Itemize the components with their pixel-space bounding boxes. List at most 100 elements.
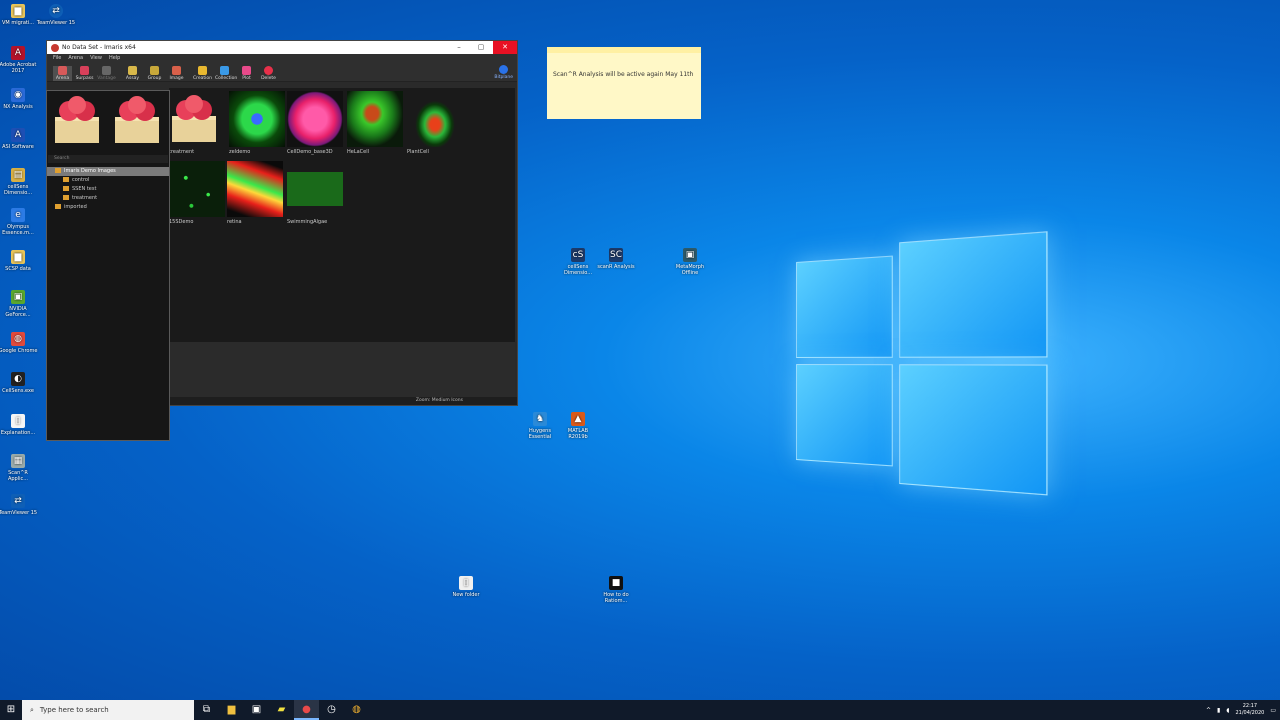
minimize-button[interactable]: – xyxy=(453,41,465,54)
thumbnail-image xyxy=(287,91,343,147)
chrome-taskbar-button[interactable]: ◍ xyxy=(344,700,369,720)
plot-icon xyxy=(242,66,251,75)
library-panel: Search Imaris Demo Images control SSEN t… xyxy=(46,90,170,441)
library-search-input[interactable]: Search xyxy=(48,155,168,163)
thumbnail-image xyxy=(407,91,463,147)
zoom-status[interactable]: Zoom: Medium Icons xyxy=(169,397,517,405)
app-icon: ◉ xyxy=(11,88,25,102)
tool-arena[interactable]: Arena xyxy=(53,66,72,81)
app-icon: ▦ xyxy=(11,454,25,468)
start-button[interactable]: ⊞ xyxy=(0,700,22,720)
tool-plot[interactable]: Plot xyxy=(237,66,256,81)
notifications-icon[interactable]: ▭ xyxy=(1270,707,1276,714)
desktop-icon[interactable]: A Adobe Acrobat 2017 xyxy=(0,46,38,74)
library-box-icon xyxy=(168,94,220,148)
clock-app-icon: ◷ xyxy=(327,704,336,715)
surpass-icon xyxy=(80,66,89,75)
desktop-icon[interactable]: e Olympus Essence.m... xyxy=(0,208,38,236)
imaris-taskbar-button[interactable]: ● xyxy=(294,700,319,720)
image-icon xyxy=(172,66,181,75)
desktop-icon[interactable]: SC scanR Analysis xyxy=(596,248,636,270)
bitplane-button[interactable]: Bitplane xyxy=(494,65,513,80)
thumb-swimmingalgae[interactable]: SwimmingAlgae xyxy=(287,161,343,225)
menu-view[interactable]: View xyxy=(90,55,102,61)
tree-item-treatment[interactable]: treatment xyxy=(47,194,169,203)
desktop-icon[interactable]: ◍ Google Chrome xyxy=(0,332,38,354)
menu-file[interactable]: File xyxy=(53,55,61,61)
desktop-icon[interactable]: ▣ NVIDIA GeForce... xyxy=(0,290,38,318)
tree-item-demo-images[interactable]: Imaris Demo Images xyxy=(47,167,169,176)
app-icon: ▣ xyxy=(11,290,25,304)
desktop-icon[interactable]: ♞ Huygens Essential xyxy=(520,412,560,440)
folder-icon xyxy=(55,168,61,173)
app-icon: ▲ xyxy=(571,412,585,426)
thumb-plantcell[interactable]: PlantCell xyxy=(407,91,463,155)
desktop-icon[interactable]: A ASI Software xyxy=(0,128,38,150)
tree-item-imported[interactable]: imported xyxy=(47,203,169,212)
file-explorer-button[interactable]: ▆ xyxy=(219,700,244,720)
tool-collection[interactable]: Collection xyxy=(215,66,237,81)
menu-help[interactable]: Help xyxy=(109,55,120,61)
desktop-icon[interactable]: ◐ CellSens.exe xyxy=(0,372,38,394)
tree-item-ssen-test[interactable]: SSEN test xyxy=(47,185,169,194)
store-button[interactable]: ▣ xyxy=(244,700,269,720)
window-title: No Data Set - Imaris x64 xyxy=(62,44,136,51)
thumbnail-image xyxy=(287,161,343,217)
dataset-gallery: treatment zeldemo CellDemo_base3D HeLaCe… xyxy=(169,88,515,342)
desktop-icon[interactable]: cS cellSens Dimensio... xyxy=(558,248,598,276)
tool-delete[interactable]: Delete xyxy=(259,66,278,81)
desktop-icon[interactable]: ⇄ TeamViewer 15 xyxy=(0,494,38,516)
library-box-icon xyxy=(51,95,103,147)
tool-surpass[interactable]: Surpass xyxy=(75,66,94,81)
sticky-notes-button[interactable]: ▰ xyxy=(269,700,294,720)
sticky-notes-icon: ▰ xyxy=(277,704,286,715)
tool-vantage[interactable]: Vantage xyxy=(97,66,116,81)
task-view-icon: ⧉ xyxy=(202,704,211,715)
tool-group[interactable]: Group xyxy=(145,66,164,81)
chevron-up-icon[interactable]: ^ xyxy=(1206,707,1211,714)
desktop-icon[interactable]: ▯ Explanation... xyxy=(0,414,38,436)
desktop-icon[interactable]: ▣ MetaMorph Offline xyxy=(670,248,710,276)
sticky-note[interactable]: Scan^R Analysis will be active again May… xyxy=(547,47,701,119)
maximize-button[interactable]: ▢ xyxy=(475,41,487,54)
desktop-icon[interactable]: ▯ New folder xyxy=(446,576,486,598)
desktop-icon-teamviewer-top[interactable]: ⇄ TeamViewer 15 xyxy=(36,4,76,26)
app-icon: ◍ xyxy=(11,332,25,346)
volume-icon[interactable]: ◖ xyxy=(1226,707,1229,714)
app-icon: ◐ xyxy=(11,372,25,386)
desktop-icon[interactable]: ▦ Scan^R Applic... xyxy=(0,454,38,482)
task-view-button[interactable]: ⧉ xyxy=(194,700,219,720)
clock[interactable]: 22:17 21/04/2020 xyxy=(1236,703,1265,717)
thumbnail-image xyxy=(169,161,225,217)
menu-arena[interactable]: Arena xyxy=(68,55,83,61)
delete-icon xyxy=(264,66,273,75)
desktop-icon[interactable]: ▆ VM migrati... xyxy=(0,4,38,26)
bitplane-icon xyxy=(499,65,509,74)
app-icon: ▤ xyxy=(11,168,25,182)
thumb-celldemo[interactable]: CellDemo_base3D xyxy=(287,91,343,155)
window-titlebar[interactable]: No Data Set - Imaris x64 – ▢ ✕ xyxy=(47,41,517,54)
thumb-15sdemo[interactable]: 15SDemo xyxy=(169,161,225,225)
thumb-helacell[interactable]: HeLaCell xyxy=(347,91,403,155)
app-taskbar-button[interactable]: ◷ xyxy=(319,700,344,720)
desktop-icon[interactable]: ▤ cellSens Dimensio... xyxy=(0,168,38,196)
taskbar: ⊞ ⌕ Type here to search ⧉ ▆ ▣ ▰ ● ◷ ◍ ^ … xyxy=(0,700,1280,720)
tool-image[interactable]: Image xyxy=(167,66,186,81)
taskbar-search[interactable]: ⌕ Type here to search xyxy=(22,700,194,720)
app-icon: e xyxy=(11,208,25,222)
desktop-icon[interactable]: ▲ MATLAB R2019b xyxy=(558,412,598,440)
desktop-icon[interactable]: ▆ SCSP data xyxy=(0,250,38,272)
thumb-retina[interactable]: retina xyxy=(227,161,283,225)
tree-item-control[interactable]: control xyxy=(47,176,169,185)
sticky-note-text: Scan^R Analysis will be active again May… xyxy=(553,71,694,78)
close-button[interactable]: ✕ xyxy=(493,41,517,54)
creation-icon xyxy=(198,66,207,75)
desktop-icon[interactable]: ■ How to do Ratiom... xyxy=(596,576,636,604)
app-icon: ♞ xyxy=(533,412,547,426)
thumb-zeldemo[interactable]: zeldemo xyxy=(229,91,285,155)
tool-creation[interactable]: Creation xyxy=(193,66,212,81)
desktop-icon[interactable]: ◉ NX Analysis xyxy=(0,88,38,110)
network-icon[interactable]: ▮ xyxy=(1217,707,1220,714)
menu-bar: File Arena View Help xyxy=(47,54,517,62)
tool-assay[interactable]: Assay xyxy=(123,66,142,81)
